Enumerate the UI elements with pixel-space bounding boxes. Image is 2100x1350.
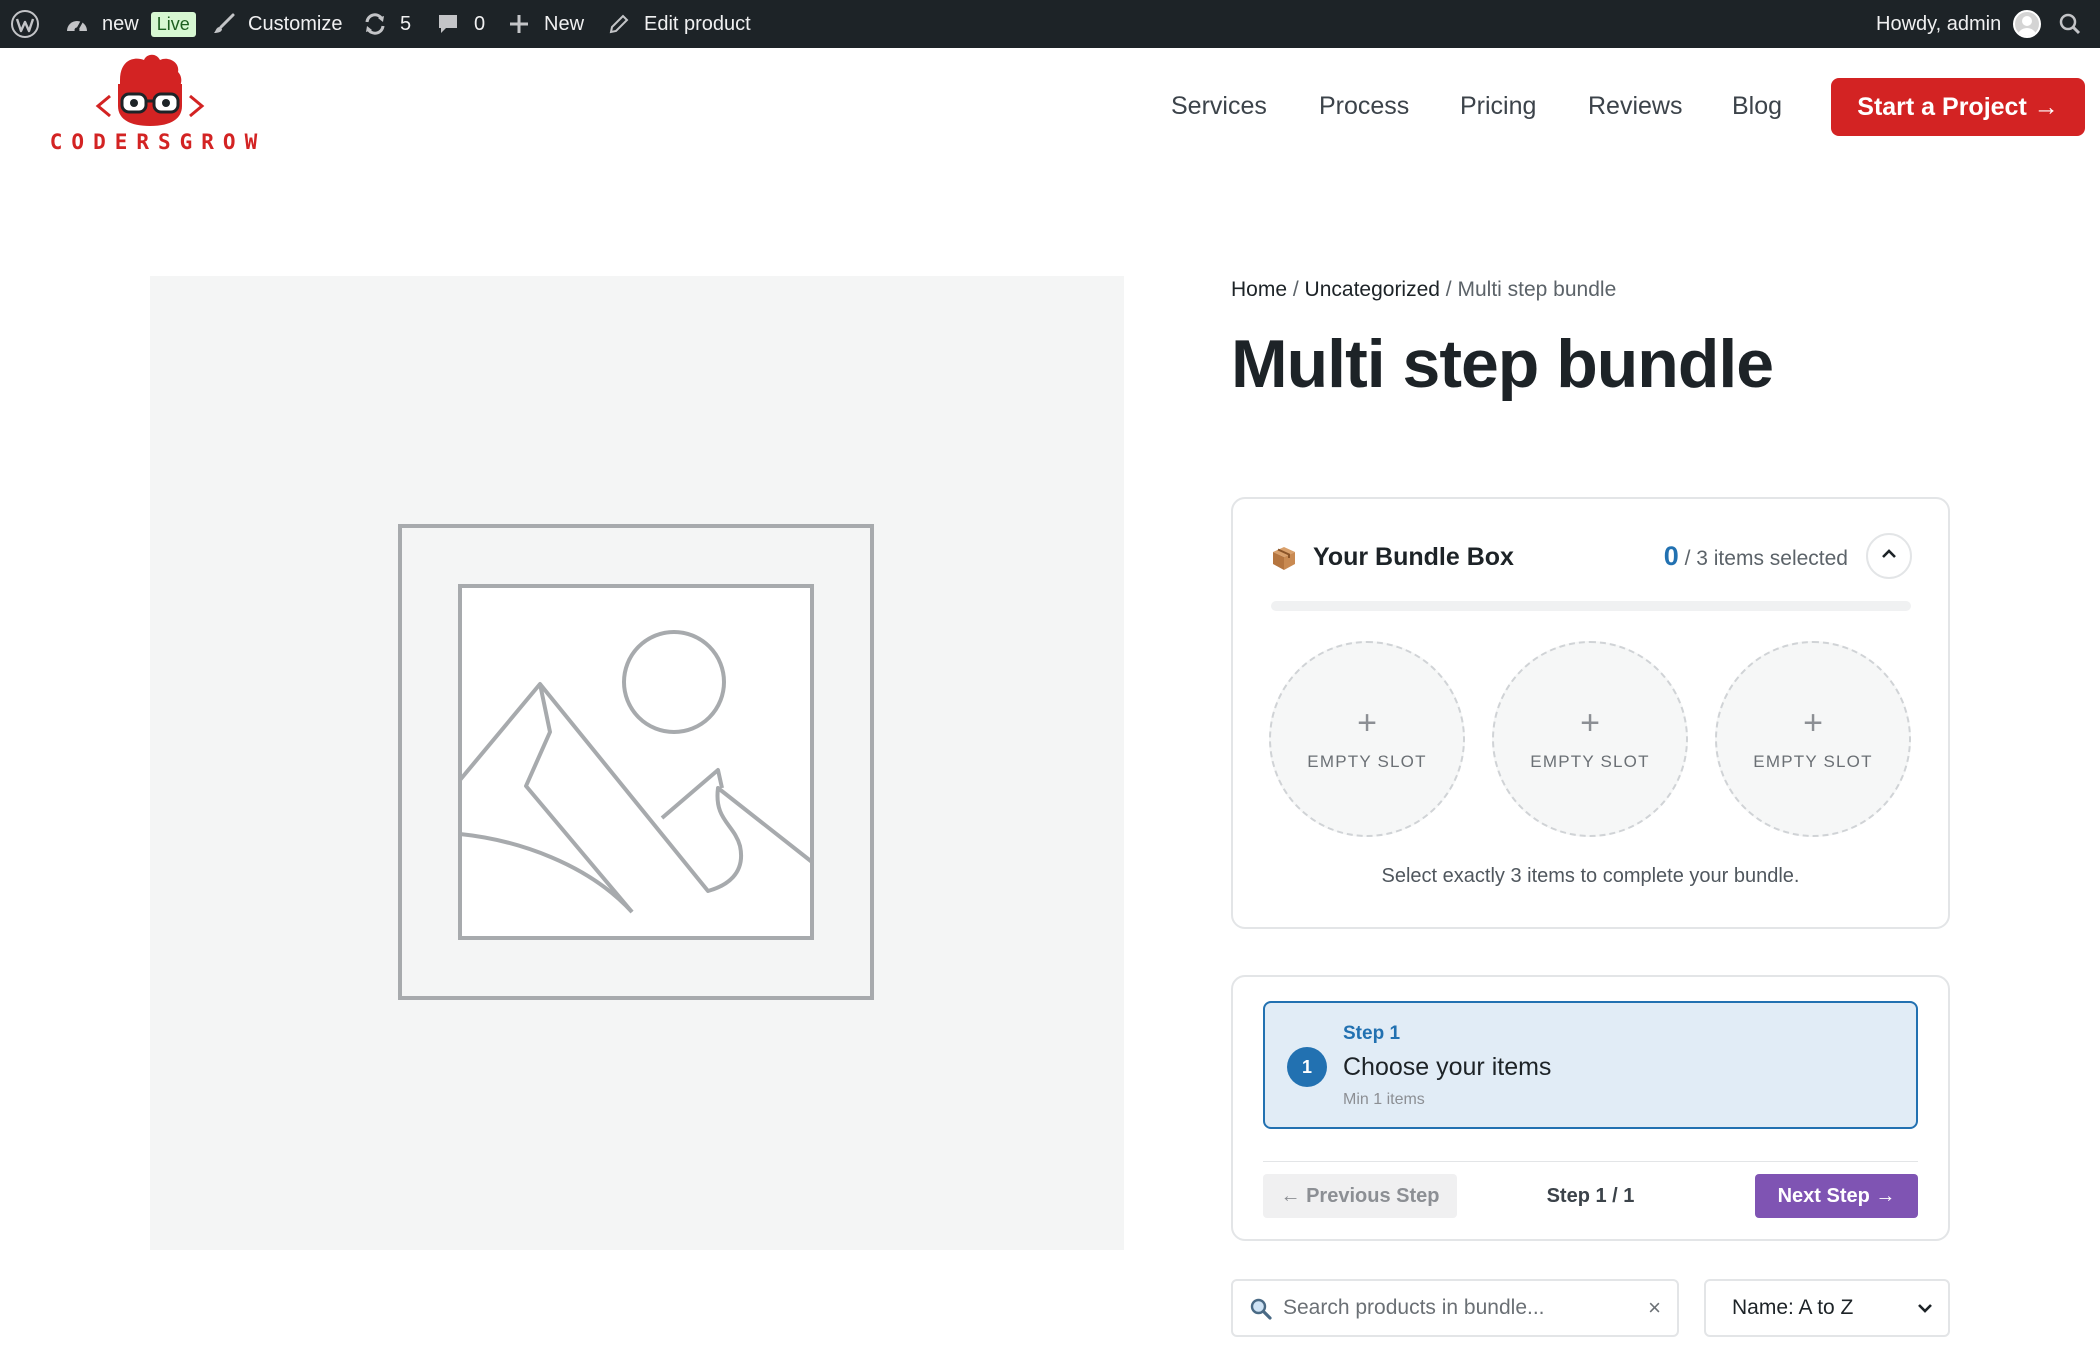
step-subtitle: Min 1 items [1343, 1091, 1425, 1108]
step-kicker: Step 1 [1343, 1023, 1401, 1044]
site-name: new [102, 12, 139, 35]
customize-label: Customize [248, 12, 343, 35]
customize-link[interactable]: Customize [212, 0, 342, 48]
bundle-search: × [1231, 1279, 1679, 1337]
howdy-label: Howdy, admin [1876, 12, 2002, 35]
wordpress-icon[interactable] [10, 0, 40, 48]
sort-selected-value: Name: A to Z [1732, 1296, 1854, 1319]
selected-count-suffix: / 3 items selected [1678, 547, 1848, 570]
breadcrumb-separator: / [1287, 278, 1305, 301]
nav-pricing[interactable]: Pricing [1460, 92, 1536, 121]
adminbar-search[interactable] [2058, 0, 2082, 48]
site-header: CODERSGROW Services Process Pricing Revi… [0, 48, 2100, 168]
nav-services[interactable]: Services [1171, 92, 1267, 121]
bundle-selected-count: 0 / 3 items selected [1664, 541, 1848, 572]
logo-mascot-icon [95, 54, 205, 126]
sort-select[interactable]: Name: A to Z [1704, 1279, 1950, 1337]
new-content-link[interactable]: New [508, 0, 584, 48]
brush-icon [212, 12, 236, 36]
plus-icon [508, 13, 530, 35]
breadcrumb: Home / Uncategorized / Multi step bundle [1231, 278, 1616, 302]
search-icon [2058, 12, 2082, 36]
chevron-up-icon [1881, 547, 1897, 565]
clear-search-icon[interactable]: × [1648, 1295, 1661, 1321]
breadcrumb-category[interactable]: Uncategorized [1305, 278, 1440, 301]
start-project-button[interactable]: Start a Project → [1831, 78, 2085, 136]
bundle-steps: 1 Step 1 Choose your items Min 1 items ←… [1231, 975, 1950, 1241]
product-image-placeholder[interactable] [150, 276, 1124, 1250]
comments-link[interactable]: 0 [436, 0, 485, 48]
selected-count-number: 0 [1663, 541, 1679, 571]
bundle-progress-bar [1271, 601, 1911, 611]
comments-count: 0 [474, 12, 486, 35]
plus-icon: + [1357, 704, 1377, 742]
plus-icon: + [1803, 704, 1823, 742]
bundle-slot[interactable]: + EMPTY SLOT [1492, 641, 1688, 837]
slot-label: EMPTY SLOT [1307, 752, 1427, 771]
edit-product-label: Edit product [644, 12, 751, 35]
updates-icon [362, 12, 388, 36]
search-icon [1249, 1297, 1273, 1326]
avatar [2013, 10, 2042, 38]
live-badge: Live [150, 11, 196, 37]
updates-count: 5 [400, 12, 412, 35]
comment-icon [436, 12, 460, 36]
chevron-down-icon [1916, 1299, 1934, 1323]
step-card-active[interactable]: 1 Step 1 Choose your items Min 1 items [1263, 1001, 1918, 1129]
nav-process[interactable]: Process [1319, 92, 1409, 121]
my-account-menu[interactable]: Howdy, admin [1876, 0, 2042, 48]
pencil-icon [608, 13, 630, 35]
image-placeholder-icon [398, 524, 874, 1000]
step-number-badge: 1 [1287, 1047, 1327, 1087]
page-title: Multi step bundle [1231, 326, 1774, 402]
edit-product-link[interactable]: Edit product [608, 0, 751, 48]
search-input[interactable] [1283, 1281, 1623, 1335]
next-step-button[interactable]: Next Step → [1755, 1174, 1918, 1218]
bundle-slot[interactable]: + EMPTY SLOT [1715, 641, 1911, 837]
site-name-menu[interactable]: new Live [64, 0, 196, 48]
nav-reviews[interactable]: Reviews [1588, 92, 1682, 121]
wp-admin-bar: new Live Customize 5 0 New Edit product … [0, 0, 2100, 48]
bundle-slot[interactable]: + EMPTY SLOT [1269, 641, 1465, 837]
updates-link[interactable]: 5 [362, 0, 411, 48]
logo-text: CODERSGROW [49, 130, 267, 154]
breadcrumb-current: Multi step bundle [1457, 278, 1617, 301]
bundle-box: Your Bundle Box 0 / 3 items selected + E… [1231, 497, 1950, 929]
bundle-box-title: Your Bundle Box [1313, 543, 1514, 571]
site-logo[interactable]: CODERSGROW [36, 54, 280, 164]
new-label: New [544, 12, 585, 35]
nav-blog[interactable]: Blog [1732, 92, 1782, 121]
step-title: Choose your items [1343, 1053, 1552, 1081]
collapse-toggle-button[interactable] [1866, 533, 1912, 579]
slot-label: EMPTY SLOT [1530, 752, 1650, 771]
breadcrumb-separator: / [1439, 278, 1458, 301]
divider [1263, 1161, 1918, 1162]
bundle-hint: Select exactly 3 items to complete your … [1381, 865, 1800, 887]
package-icon [1271, 545, 1297, 576]
breadcrumb-home[interactable]: Home [1231, 278, 1287, 301]
dashboard-icon [64, 13, 90, 35]
plus-icon: + [1580, 704, 1600, 742]
slot-label: EMPTY SLOT [1753, 752, 1873, 771]
